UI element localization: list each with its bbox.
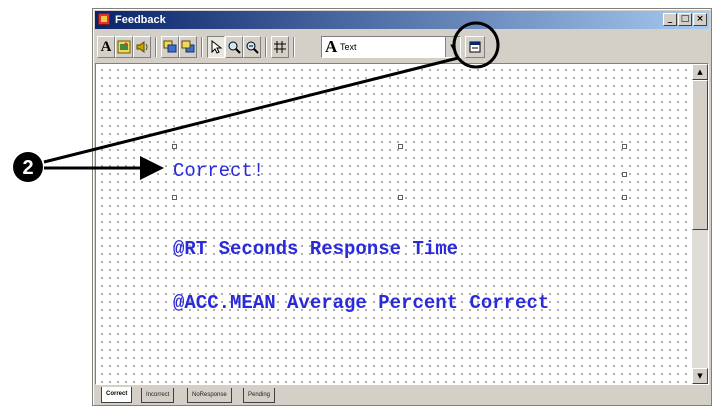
properties-button[interactable] bbox=[465, 36, 485, 58]
toolbar: A A Text ▼ bbox=[95, 31, 709, 61]
title-bar: Feedback _ □ × bbox=[95, 11, 709, 29]
scrollbar-thumb[interactable] bbox=[692, 80, 708, 230]
tab-noresponse[interactable]: NoResponse bbox=[187, 388, 232, 403]
toolbar-separator bbox=[155, 37, 157, 57]
feedback-state-tabs: Correct Incorrect NoResponse Pending bbox=[95, 387, 709, 403]
resize-handle[interactable] bbox=[622, 172, 627, 177]
image-icon bbox=[117, 40, 131, 54]
resize-handle[interactable] bbox=[622, 144, 627, 149]
zoom-in-icon bbox=[228, 41, 241, 54]
step-number-badge bbox=[13, 152, 43, 182]
chevron-down-icon[interactable]: ▼ bbox=[445, 37, 460, 57]
select-tool-button[interactable] bbox=[207, 36, 225, 58]
tab-incorrect[interactable]: Incorrect bbox=[141, 388, 175, 403]
feedback-text-accuracy[interactable]: @ACC.MEAN Average Percent Correct bbox=[173, 292, 549, 314]
slide-canvas-frame: Correct! @RT Seconds Response Time @ACC.… bbox=[95, 63, 709, 385]
send-to-back-icon bbox=[181, 40, 195, 53]
step-number: 2 bbox=[22, 157, 33, 179]
zoom-out-icon bbox=[246, 41, 259, 54]
resize-handle[interactable] bbox=[172, 144, 177, 149]
vertical-scrollbar[interactable]: ▲ ▼ bbox=[692, 64, 708, 384]
feedback-text-response-time[interactable]: @RT Seconds Response Time bbox=[173, 238, 458, 260]
feedback-window: Feedback _ □ × A A Text ▼ Correct! @RT S… bbox=[92, 8, 712, 406]
bring-to-front-icon bbox=[163, 40, 177, 53]
minimize-button[interactable]: _ bbox=[663, 13, 677, 26]
close-button[interactable]: × bbox=[693, 13, 707, 26]
zoom-in-button[interactable] bbox=[225, 36, 243, 58]
text-style-select[interactable]: A Text ▼ bbox=[321, 36, 461, 58]
zoom-out-button[interactable] bbox=[243, 36, 261, 58]
app-icon bbox=[98, 13, 110, 25]
resize-handle[interactable] bbox=[398, 144, 403, 149]
scroll-down-button[interactable]: ▼ bbox=[692, 368, 708, 384]
slide-canvas[interactable]: Correct! @RT Seconds Response Time @ACC.… bbox=[96, 64, 692, 384]
tab-correct[interactable]: Correct bbox=[101, 387, 133, 403]
toolbar-separator bbox=[201, 37, 203, 57]
font-icon: A bbox=[325, 37, 338, 56]
grid-icon bbox=[274, 41, 286, 53]
pointer-icon bbox=[211, 39, 223, 54]
toolbar-separator bbox=[293, 37, 295, 57]
speaker-icon bbox=[136, 41, 148, 53]
send-to-back-button[interactable] bbox=[179, 36, 197, 58]
scroll-up-button[interactable]: ▲ bbox=[692, 64, 708, 80]
window-title: Feedback bbox=[115, 14, 166, 26]
toolbar-separator bbox=[265, 37, 267, 57]
image-tool-button[interactable] bbox=[115, 36, 133, 58]
resize-handle[interactable] bbox=[172, 195, 177, 200]
resize-handle[interactable] bbox=[622, 195, 627, 200]
text-style-value: Text bbox=[340, 42, 357, 52]
grid-toggle-button[interactable] bbox=[271, 36, 289, 58]
properties-icon bbox=[469, 41, 481, 53]
text-tool-button[interactable]: A bbox=[97, 36, 115, 58]
feedback-text-correct[interactable]: Correct! bbox=[173, 160, 264, 182]
maximize-button[interactable]: □ bbox=[678, 13, 692, 26]
tab-pending[interactable]: Pending bbox=[243, 388, 276, 403]
sound-tool-button[interactable] bbox=[133, 36, 151, 58]
bring-to-front-button[interactable] bbox=[161, 36, 179, 58]
resize-handle[interactable] bbox=[398, 195, 403, 200]
